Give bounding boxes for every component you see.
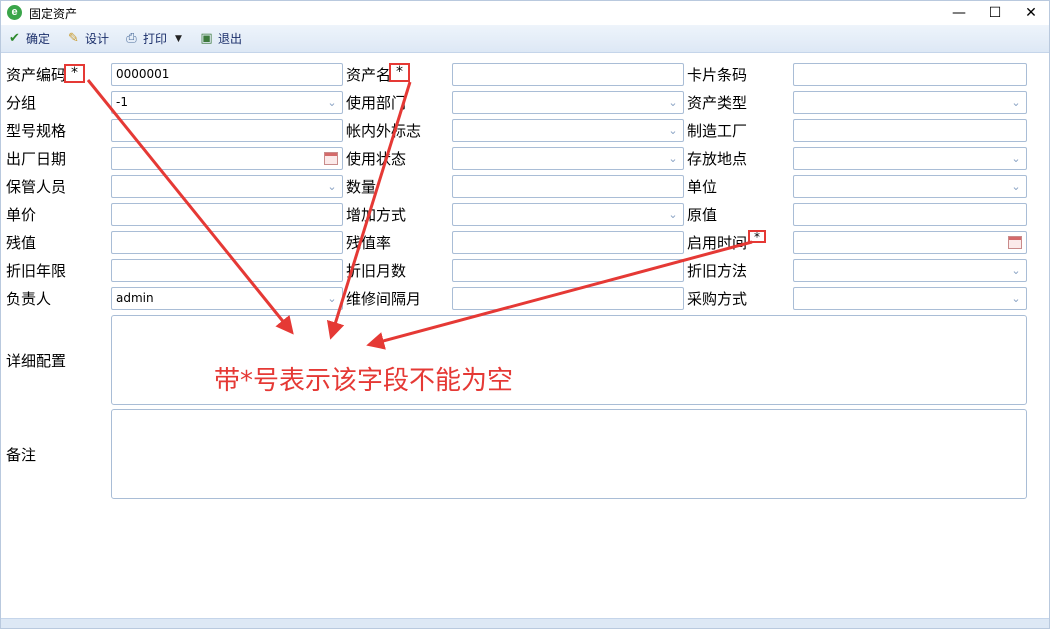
card-barcode-label: 卡片条码: [687, 66, 748, 84]
asset-name-input[interactable]: [452, 63, 684, 86]
annotation-note: 带*号表示该字段不能为空: [214, 366, 514, 396]
group-value: -1: [116, 95, 128, 109]
asset-name-label: 资产名: [346, 66, 392, 84]
in-account-flag-select[interactable]: ⌄: [452, 119, 684, 142]
unit-label: 单位: [687, 178, 718, 196]
maximize-button[interactable]: ☐: [977, 1, 1013, 25]
residual-rate-label: 残值率: [346, 234, 392, 252]
printer-icon: ⎙: [126, 31, 137, 46]
depreciation-months-input[interactable]: [452, 259, 684, 282]
increase-method-label: 增加方式: [346, 206, 407, 224]
print-button[interactable]: 打印: [143, 30, 167, 48]
detail-config-label: 详细配置: [6, 352, 67, 370]
chevron-down-icon[interactable]: ⌄: [663, 148, 683, 169]
chevron-down-icon[interactable]: ⌄: [322, 92, 342, 113]
unit-price-label: 单价: [6, 206, 37, 224]
responsible-person-select[interactable]: admin ⌄: [111, 287, 343, 310]
exit-button[interactable]: 退出: [218, 30, 242, 48]
required-marker: *: [64, 64, 85, 83]
chevron-down-icon[interactable]: ⌄: [1006, 92, 1026, 113]
title-bar: e 固定资产 — ☐ ✕: [1, 1, 1049, 25]
remarks-textarea[interactable]: [111, 409, 1027, 499]
model-spec-input[interactable]: [111, 119, 343, 142]
close-button[interactable]: ✕: [1013, 1, 1049, 25]
app-logo-icon: e: [7, 5, 22, 20]
keeper-label: 保管人员: [6, 178, 67, 196]
required-marker: *: [748, 230, 766, 243]
storage-location-select[interactable]: ⌄: [793, 147, 1027, 170]
toolbar: ✔ 确定 ✎ 设计 ⎙ 打印 ▼ ▣ 退出: [1, 25, 1049, 53]
residual-rate-input[interactable]: [452, 231, 684, 254]
purchase-method-label: 采购方式: [687, 290, 748, 308]
check-icon: ✔: [9, 31, 20, 46]
card-barcode-input[interactable]: [793, 63, 1027, 86]
usage-status-label: 使用状态: [346, 150, 407, 168]
using-dept-select[interactable]: ⌄: [452, 91, 684, 114]
calendar-icon[interactable]: [1008, 236, 1022, 249]
asset-window: e 固定资产 — ☐ ✕ ✔ 确定 ✎ 设计 ⎙ 打印 ▼ ▣ 退出 资产编码 …: [0, 0, 1050, 629]
original-value-input[interactable]: [793, 203, 1027, 226]
depreciation-method-label: 折旧方法: [687, 262, 748, 280]
chevron-down-icon[interactable]: ⌄: [663, 120, 683, 141]
window-title: 固定资产: [29, 7, 78, 21]
asset-code-input[interactable]: 0000001: [111, 63, 343, 86]
chevron-down-icon[interactable]: ⌄: [1006, 148, 1026, 169]
factory-date-input[interactable]: [111, 147, 343, 170]
chevron-down-icon[interactable]: ⌄: [322, 176, 342, 197]
original-value-label: 原值: [687, 206, 718, 224]
depreciation-years-input[interactable]: [111, 259, 343, 282]
remarks-label: 备注: [6, 446, 37, 464]
using-dept-label: 使用部门: [346, 94, 407, 112]
chevron-down-icon[interactable]: ⌄: [1006, 260, 1026, 281]
manufacturer-input[interactable]: [793, 119, 1027, 142]
chevron-down-icon[interactable]: ⌄: [663, 92, 683, 113]
group-label: 分组: [6, 94, 37, 112]
unit-select[interactable]: ⌄: [793, 175, 1027, 198]
increase-method-select[interactable]: ⌄: [452, 203, 684, 226]
maintenance-interval-label: 维修间隔月: [346, 290, 422, 308]
residual-value-input[interactable]: [111, 231, 343, 254]
maintenance-interval-input[interactable]: [452, 287, 684, 310]
group-select[interactable]: -1 ⌄: [111, 91, 343, 114]
factory-date-label: 出厂日期: [6, 150, 67, 168]
responsible-person-label: 负责人: [6, 290, 52, 308]
asset-code-label: 资产编码: [6, 66, 67, 84]
start-date-label: 启用时间: [687, 234, 748, 252]
asset-form: 资产编码 * 0000001 资产名 * 卡片条码 分组 -1 ⌄ 使用部门 ⌄…: [1, 53, 1049, 618]
depreciation-years-label: 折旧年限: [6, 262, 67, 280]
storage-location-label: 存放地点: [687, 150, 748, 168]
usage-status-select[interactable]: ⌄: [452, 147, 684, 170]
purchase-method-select[interactable]: ⌄: [793, 287, 1027, 310]
calendar-icon[interactable]: [324, 152, 338, 165]
quantity-input[interactable]: [452, 175, 684, 198]
print-dropdown-arrow[interactable]: ▼: [175, 30, 182, 48]
asset-type-label: 资产类型: [687, 94, 748, 112]
unit-price-input[interactable]: [111, 203, 343, 226]
confirm-button[interactable]: 确定: [26, 30, 50, 48]
chevron-down-icon[interactable]: ⌄: [322, 288, 342, 309]
pencil-icon: ✎: [68, 31, 79, 46]
model-spec-label: 型号规格: [6, 122, 67, 140]
quantity-label: 数量: [346, 178, 377, 196]
residual-value-label: 残值: [6, 234, 37, 252]
depreciation-method-select[interactable]: ⌄: [793, 259, 1027, 282]
chevron-down-icon[interactable]: ⌄: [663, 204, 683, 225]
chevron-down-icon[interactable]: ⌄: [1006, 176, 1026, 197]
depreciation-months-label: 折旧月数: [346, 262, 407, 280]
in-account-flag-label: 帐内外标志: [346, 122, 422, 140]
status-bar: [1, 618, 1049, 628]
start-date-input[interactable]: [793, 231, 1027, 254]
exit-door-icon: ▣: [200, 31, 213, 46]
keeper-select[interactable]: ⌄: [111, 175, 343, 198]
manufacturer-label: 制造工厂: [687, 122, 748, 140]
minimize-button[interactable]: —: [941, 1, 977, 25]
responsible-person-value: admin: [116, 291, 154, 305]
required-marker: *: [389, 63, 410, 82]
asset-type-select[interactable]: ⌄: [793, 91, 1027, 114]
chevron-down-icon[interactable]: ⌄: [1006, 288, 1026, 309]
design-button[interactable]: 设计: [85, 30, 109, 48]
